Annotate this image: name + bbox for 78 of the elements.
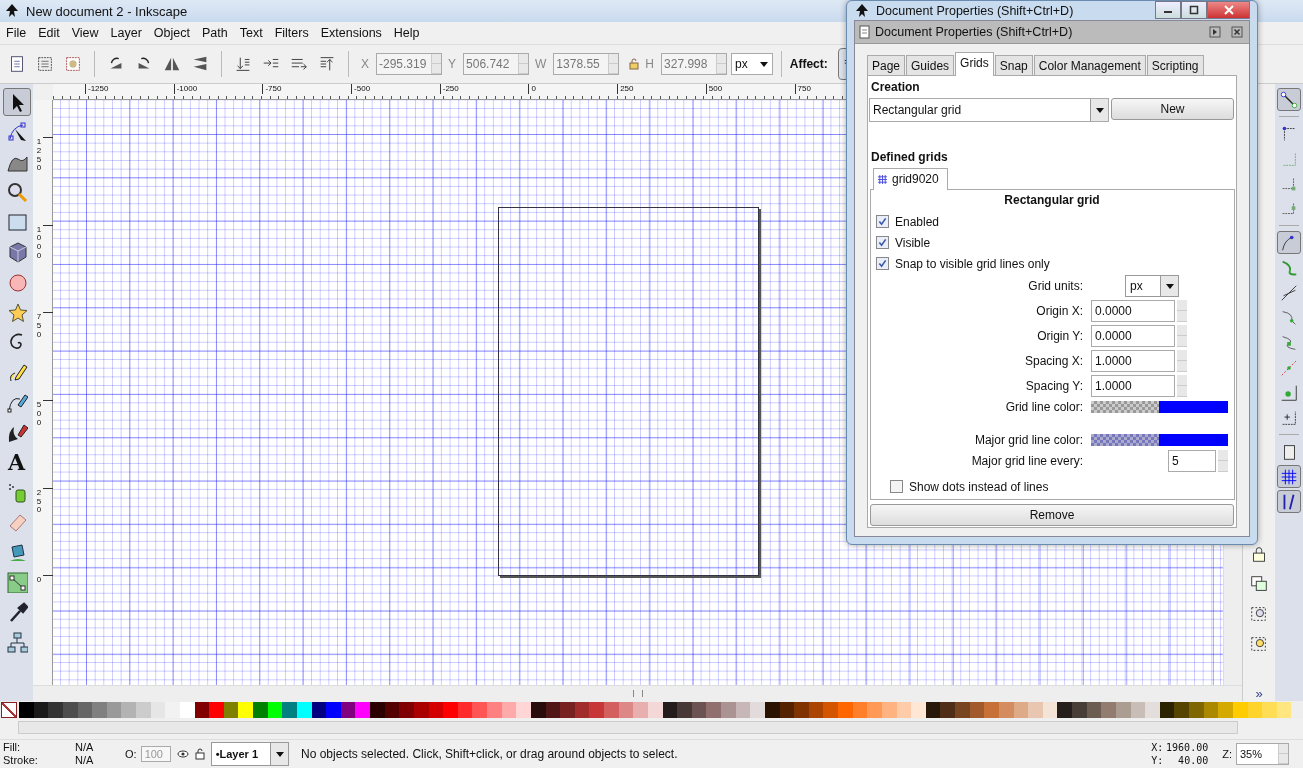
field-label: Spacing X: [1023, 354, 1083, 368]
remove-button[interactable]: Remove [870, 504, 1234, 526]
ruler-label: 0 [35, 576, 43, 586]
ruler-label: -500 [351, 84, 440, 94]
checkbox[interactable]: Visible [876, 232, 1228, 253]
status-message: No objects selected. Click, Shift+click, or drag around objects to select. [301, 747, 679, 761]
field-label: H [645, 57, 655, 71]
opacity-label: O: [125, 748, 137, 760]
cursor-y-value: 40.00 [1177, 754, 1209, 767]
zoom-label: Z: [1222, 748, 1232, 760]
section-heading: Defined grids [870, 149, 949, 164]
field-label: Major grid line color: [973, 433, 1083, 447]
ruler-label: 1000 [35, 225, 43, 261]
more-button[interactable]: » [1255, 686, 1263, 701]
window-title: New document 2 - Inkscape [26, 3, 188, 19]
ruler-label: -750 [262, 84, 352, 94]
field-label: Origin Y: [1036, 329, 1083, 343]
ruler-label: 500 [705, 84, 795, 94]
grid-tab[interactable]: grid9020 [873, 168, 948, 190]
tab[interactable]: Snap [994, 55, 1033, 75]
menu-item[interactable]: Extensions [320, 26, 382, 40]
checkbox-label: Visible [895, 235, 931, 250]
ruler-label: -1000 [173, 84, 263, 94]
grid-units-dropdown[interactable]: px [1125, 275, 1179, 297]
ruler-label: -1250 [85, 84, 174, 94]
ruler-label: 0 [528, 84, 618, 94]
menu-item[interactable]: Help [393, 26, 420, 40]
checkbox[interactable]: Show dots instead of lines [890, 476, 1228, 497]
stroke-value: N/A [75, 754, 95, 767]
tool-button[interactable]: A [2, 448, 31, 476]
stroke-label: Stroke: [3, 754, 39, 767]
checkbox[interactable]: Enabled [876, 211, 1228, 232]
menu-item[interactable]: Edit [38, 26, 60, 40]
tab[interactable]: Color Management [1033, 55, 1146, 75]
layer-dropdown[interactable]: •Layer 1 [210, 742, 289, 766]
panel-title: Document Properties (Shift+Ctrl+D) [875, 25, 1074, 39]
ruler-label: 250 [35, 488, 43, 516]
menu-item[interactable]: Text [239, 26, 263, 40]
field-label: Origin X: [1035, 304, 1083, 318]
field-label: Grid line color: [1004, 400, 1083, 414]
cursor-y-label: Y: [1151, 754, 1164, 767]
zoom-field[interactable]: 35% [1236, 743, 1289, 765]
field-label: W [535, 57, 547, 71]
ruler-label: 1250 [35, 138, 43, 174]
grid-type-dropdown[interactable]: Rectangular grid [869, 98, 1109, 122]
ruler-label: 250 [617, 84, 706, 94]
tab[interactable]: Guides [906, 55, 955, 75]
panel-heading: Rectangular grid [1003, 193, 1101, 207]
fill-value: N/A [75, 741, 95, 754]
menu-item[interactable]: Path [202, 26, 228, 40]
menu-item[interactable]: View [71, 26, 99, 40]
grid-tab-label: grid9020 [892, 172, 939, 186]
field-label: Y [448, 57, 457, 71]
unit-dropdown[interactable]: px [731, 53, 773, 75]
menu-item[interactable]: Filters [274, 26, 309, 40]
fill-label: Fill: [3, 741, 22, 754]
checkbox-label: Enabled [895, 214, 940, 229]
menu-item[interactable]: Object [153, 26, 190, 40]
ruler-label: 500 [35, 401, 43, 428]
tab[interactable]: Page [867, 55, 906, 75]
tab[interactable]: Grids [955, 52, 994, 76]
cursor-x-value: 1960.00 [1165, 741, 1209, 754]
menu-item[interactable]: Layer [110, 26, 142, 40]
dialog-title: Document Properties (Shift+Ctrl+D) [876, 3, 1075, 18]
checkbox-label: Snap to visible grid lines only [895, 256, 1050, 271]
field-label: X [361, 57, 369, 71]
ruler-label: -250 [439, 84, 529, 94]
field-label: Grid units: [1027, 279, 1083, 293]
ruler-label: 750 [35, 313, 43, 340]
field-label: Major grid line every: [970, 454, 1083, 468]
checkbox-label: Show dots instead of lines [909, 479, 1049, 494]
tab[interactable]: Scripting [1146, 55, 1204, 75]
menu-item[interactable]: File [6, 26, 27, 40]
checkbox[interactable]: Snap to visible grid lines only [876, 253, 1228, 274]
field-label: Spacing Y: [1024, 379, 1083, 393]
cursor-x-label: X: [1151, 741, 1164, 754]
affect-label: Affect: [789, 57, 828, 71]
new-button[interactable]: New [1111, 98, 1234, 120]
